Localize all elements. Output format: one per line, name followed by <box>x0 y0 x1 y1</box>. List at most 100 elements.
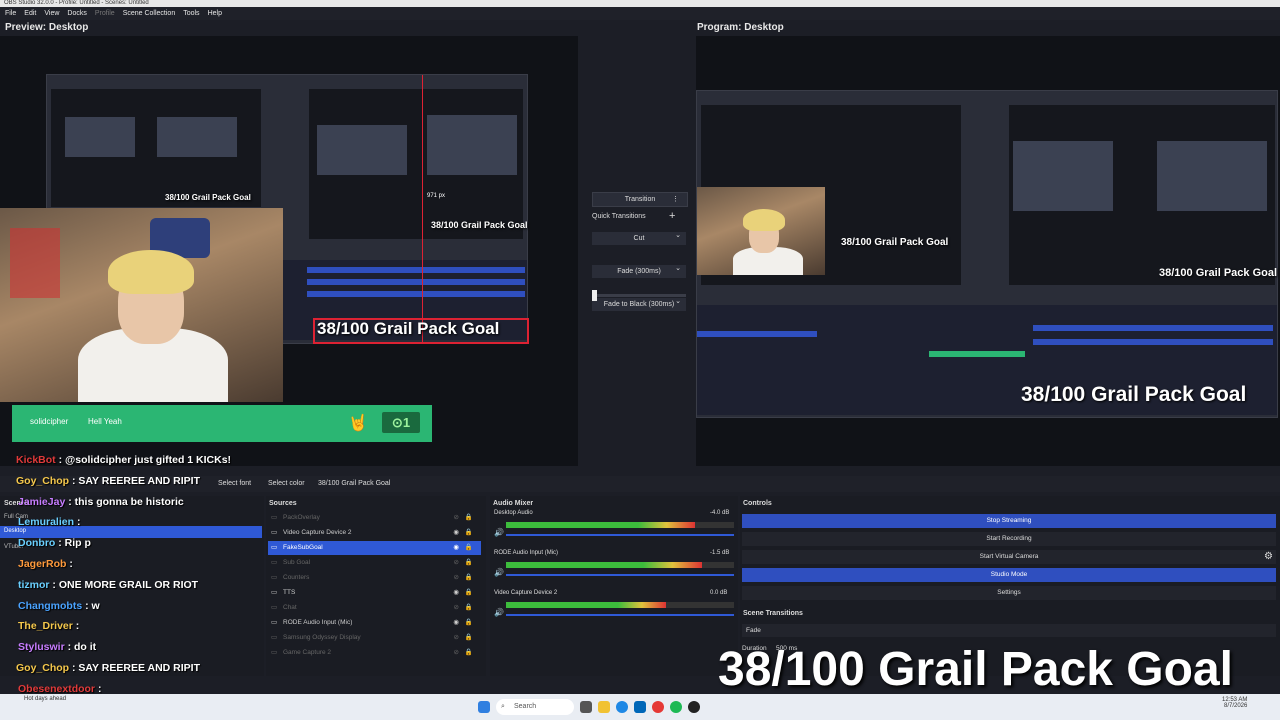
select-color-button[interactable]: Select color <box>268 480 305 487</box>
menu-tools[interactable]: Tools <box>183 7 199 20</box>
menu-edit[interactable]: Edit <box>24 7 36 20</box>
visibility-eye-icon[interactable]: ◉ <box>453 541 459 555</box>
lock-icon[interactable]: 🔒 <box>465 571 473 585</box>
task-view-icon[interactable] <box>580 701 592 713</box>
visibility-eye-icon[interactable]: ◉ <box>453 526 459 540</box>
chat-username[interactable]: Styluswir <box>18 641 65 653</box>
source-row[interactable]: ▭ Video Capture Device 2 ◉ 🔒 <box>268 526 481 540</box>
source-name: PackOverlay <box>283 514 320 521</box>
chat-username[interactable]: Goy_Chop <box>16 662 69 674</box>
obs-icon[interactable] <box>688 701 700 713</box>
chat-username[interactable]: Lemuralien <box>18 516 74 528</box>
source-row[interactable]: ▭ Game Capture 2 ⊘ 🔒 <box>268 646 481 660</box>
goal-overlay-large: 38/100 Grail Pack Goal <box>718 643 1233 696</box>
menu-view[interactable]: View <box>44 7 59 20</box>
stop-streaming-button[interactable]: Stop Streaming <box>742 514 1276 528</box>
menu-help[interactable]: Help <box>208 7 222 20</box>
gear-icon[interactable]: ⚙ <box>1264 551 1273 562</box>
visibility-eye-icon[interactable]: ⊘ <box>454 646 459 660</box>
t-bar-slider[interactable] <box>592 290 686 301</box>
menu-profile[interactable]: Profile <box>95 7 115 20</box>
mixer-channel-db: -4.0 dB <box>710 510 730 516</box>
source-row[interactable]: ▭ Sub Goal ⊘ 🔒 <box>268 556 481 570</box>
menu-file[interactable]: File <box>5 7 16 20</box>
chrome-icon[interactable] <box>652 701 664 713</box>
spotify-icon[interactable] <box>670 701 682 713</box>
source-row[interactable]: ▭ PackOverlay ⊘ 🔒 <box>268 511 481 525</box>
quick-transition-fade-black[interactable]: Fade to Black (300ms) <box>592 295 686 311</box>
start-virtual-camera-button[interactable]: Start Virtual Camera <box>742 550 1276 564</box>
visibility-eye-icon[interactable]: ⊘ <box>454 556 459 570</box>
edge-icon[interactable] <box>616 701 628 713</box>
transition-select[interactable]: Fade <box>742 624 1276 637</box>
volume-slider[interactable] <box>506 614 734 616</box>
source-name: FakeSubGoal <box>283 544 323 551</box>
preview-label: Preview: Desktop <box>5 22 89 33</box>
source-type-icon: ▭ <box>271 514 278 521</box>
taskbar-search[interactable]: ⌕ Search <box>496 699 574 715</box>
chat-username[interactable]: KickBot <box>16 454 56 466</box>
program-nested-capture: 38/100 Grail Pack Goal 38/100 Grail Pack… <box>696 90 1278 418</box>
volume-slider[interactable] <box>506 574 734 576</box>
volume-meter <box>506 522 734 528</box>
chat-username[interactable]: tizmor <box>18 579 50 591</box>
lock-icon[interactable]: 🔒 <box>465 646 473 660</box>
speaker-icon[interactable]: 🔊 <box>494 608 504 617</box>
source-name: Chat <box>283 604 297 611</box>
lock-icon[interactable]: 🔒 <box>465 556 473 570</box>
source-row[interactable]: ▭ FakeSubGoal ◉ 🔒 <box>268 541 481 555</box>
lock-icon[interactable]: 🔒 <box>465 511 473 525</box>
chat-username[interactable]: Goy_Chop <box>16 475 69 487</box>
volume-slider[interactable] <box>506 534 734 536</box>
file-explorer-icon[interactable] <box>598 701 610 713</box>
chat-username[interactable]: Obesenextdoor <box>18 683 95 695</box>
chat-text: : <box>75 620 80 633</box>
menu-docks[interactable]: Docks <box>67 7 86 20</box>
store-icon[interactable] <box>634 701 646 713</box>
start-recording-button[interactable]: Start Recording <box>742 532 1276 546</box>
visibility-eye-icon[interactable]: ⊘ <box>454 511 459 525</box>
studio-mode-button[interactable]: Studio Mode <box>742 568 1276 582</box>
lock-icon[interactable]: 🔒 <box>465 601 473 615</box>
visibility-eye-icon[interactable]: ◉ <box>453 616 459 630</box>
chat-username[interactable]: Changmobts <box>18 600 82 612</box>
chat-username[interactable]: JagerRob <box>18 558 66 570</box>
preview-canvas[interactable]: 38/100 Grail Pack Goal 38/100 Grail Pack… <box>0 36 578 466</box>
chat-username[interactable]: JamieJay <box>18 496 65 508</box>
source-row[interactable]: ▭ Samsung Odyssey Display ⊘ 🔒 <box>268 631 481 645</box>
quick-transition-fade[interactable]: Fade (300ms) <box>592 262 686 278</box>
sources-title: Sources <box>269 500 297 507</box>
source-row[interactable]: ▭ RODE Audio Input (Mic) ◉ 🔒 <box>268 616 481 630</box>
clock[interactable]: 12:53 AM 8/7/2026 <box>1222 697 1247 709</box>
visibility-eye-icon[interactable]: ⊘ <box>454 631 459 645</box>
kebab-menu-icon[interactable]: ⋮ <box>672 193 679 206</box>
chat-text: : this gonna be historic <box>68 495 184 508</box>
chat-username[interactable]: Donbro <box>18 537 55 549</box>
source-row[interactable]: ▭ Counters ⊘ 🔒 <box>268 571 481 585</box>
quick-transition-cut[interactable]: Cut <box>592 229 686 245</box>
lock-icon[interactable]: 🔒 <box>465 616 473 630</box>
visibility-eye-icon[interactable]: ◉ <box>453 586 459 600</box>
settings-button[interactable]: Settings <box>742 586 1276 600</box>
context-source-name: 38/100 Grail Pack Goal <box>318 480 391 487</box>
source-row[interactable]: ▭ Chat ⊘ 🔒 <box>268 601 481 615</box>
chat-text: : do it <box>67 641 97 654</box>
source-type-icon: ▭ <box>271 589 278 596</box>
add-quick-transition-icon[interactable]: + <box>669 210 675 222</box>
transition-button[interactable]: Transition ⋮ <box>592 192 688 207</box>
lock-icon[interactable]: 🔒 <box>465 541 473 555</box>
start-icon[interactable] <box>478 701 490 713</box>
lock-icon[interactable]: 🔒 <box>465 631 473 645</box>
menu-scene-collection[interactable]: Scene Collection <box>123 7 176 20</box>
chat-username[interactable]: The_Driver <box>18 620 73 632</box>
visibility-eye-icon[interactable]: ⊘ <box>454 601 459 615</box>
source-name: TTS <box>283 589 296 596</box>
clock-date: 8/7/2026 <box>1224 703 1248 709</box>
source-row[interactable]: ▭ TTS ◉ 🔒 <box>268 586 481 600</box>
lock-icon[interactable]: 🔒 <box>465 526 473 540</box>
speaker-icon[interactable]: 🔊 <box>494 568 504 577</box>
speaker-icon[interactable]: 🔊 <box>494 528 504 537</box>
source-name: Counters <box>283 574 310 581</box>
lock-icon[interactable]: 🔒 <box>465 586 473 600</box>
visibility-eye-icon[interactable]: ⊘ <box>454 571 459 585</box>
